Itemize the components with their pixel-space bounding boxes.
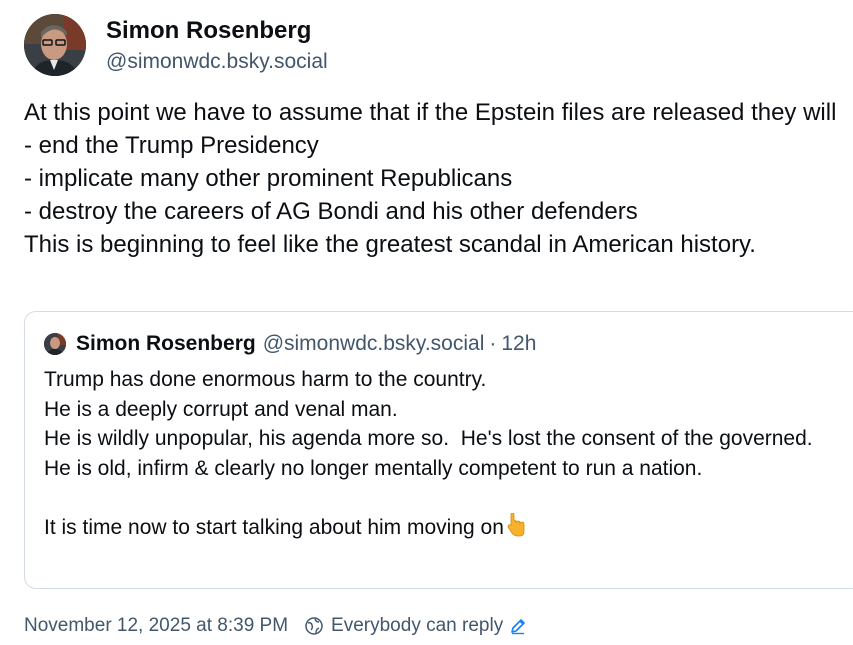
pointing-down-icon: [505, 512, 527, 546]
author-handle[interactable]: @simonwdc.bsky.social: [106, 48, 328, 76]
quoted-post-time[interactable]: 12h: [501, 332, 536, 356]
reply-setting[interactable]: Everybody can reply: [304, 615, 527, 637]
author-avatar[interactable]: [24, 14, 86, 76]
quoted-author-handle[interactable]: @simonwdc.bsky.social: [263, 332, 485, 356]
post-text: At this point we have to assume that if …: [24, 99, 837, 258]
quoted-post[interactable]: Simon Rosenberg @simonwdc.bsky.social · …: [24, 311, 853, 589]
author-block: Simon Rosenberg @simonwdc.bsky.social: [106, 16, 328, 76]
globe-icon: [304, 616, 324, 636]
author-display-name[interactable]: Simon Rosenberg: [106, 16, 328, 46]
post-timestamp[interactable]: November 12, 2025 at 8:39 PM: [24, 615, 288, 637]
separator-dot: ·: [489, 332, 497, 355]
pencil-icon[interactable]: [509, 617, 527, 635]
post-footer: November 12, 2025 at 8:39 PM Everybody c…: [24, 613, 527, 639]
avatar-photo: [24, 14, 86, 76]
quoted-post-text-block: Trump has done enormous harm to the coun…: [44, 365, 844, 545]
quoted-post-header: Simon Rosenberg @simonwdc.bsky.social · …: [44, 331, 536, 357]
quoted-author-avatar[interactable]: [44, 333, 66, 355]
quoted-author-display-name[interactable]: Simon Rosenberg: [76, 332, 256, 356]
avatar-photo: [44, 333, 66, 355]
reply-setting-label: Everybody can reply: [331, 615, 504, 636]
quoted-post-text: Trump has done enormous harm to the coun…: [44, 368, 813, 539]
